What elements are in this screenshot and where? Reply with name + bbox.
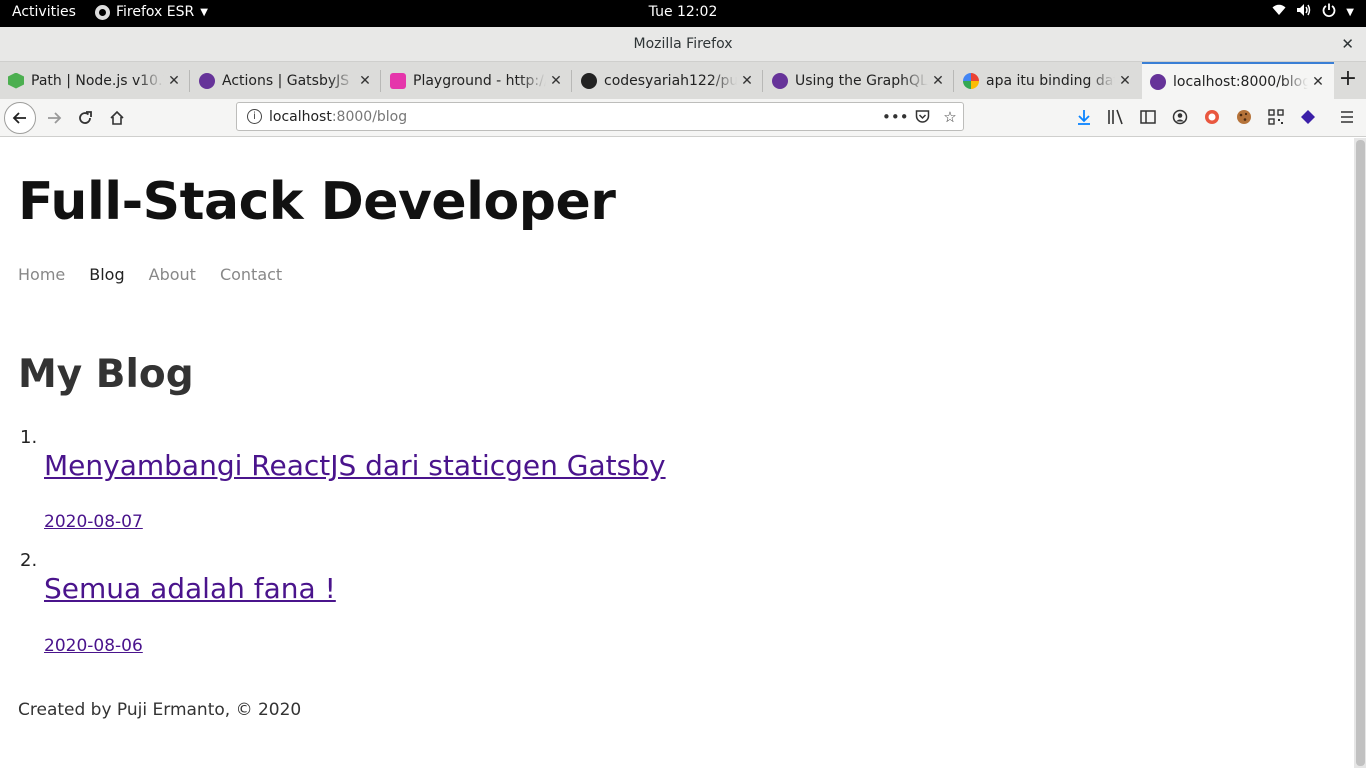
- tab-gatsby-actions[interactable]: Actions | GatsbyJS ✕: [191, 62, 381, 99]
- tab-strip: Path | Node.js v10.2 ✕ Actions | GatsbyJ…: [0, 62, 1366, 99]
- url-text[interactable]: localhost:8000/blog: [269, 109, 407, 125]
- navigation-toolbar: i localhost:8000/blog ••• ☆: [0, 99, 1366, 137]
- tab-label: localhost:8000/blog: [1173, 73, 1308, 90]
- post-title-link[interactable]: Semua adalah fana !: [44, 572, 336, 605]
- url-bar[interactable]: i localhost:8000/blog ••• ☆: [236, 102, 964, 131]
- list-item-number: 1.: [20, 427, 38, 448]
- close-window-button[interactable]: ✕: [1341, 35, 1354, 53]
- extension-ublock-icon[interactable]: [1200, 105, 1224, 129]
- home-icon: [110, 110, 124, 125]
- nodejs-icon: [8, 72, 24, 89]
- pocket-icon[interactable]: [911, 106, 933, 128]
- tab-label: Using the GraphQL F: [795, 72, 928, 89]
- tab-separator: [571, 70, 572, 92]
- back-button[interactable]: [4, 102, 36, 134]
- close-tab-icon[interactable]: ✕: [928, 73, 948, 89]
- forward-arrow-icon: [48, 112, 62, 124]
- reload-icon: [79, 111, 92, 124]
- tab-label: Path | Node.js v10.2: [31, 72, 164, 89]
- reload-button[interactable]: [71, 104, 99, 132]
- new-tab-button[interactable]: +: [1336, 68, 1360, 92]
- back-arrow-icon: [12, 112, 26, 124]
- chevron-down-icon: ▼: [200, 6, 208, 18]
- graphql-playground-icon: [390, 72, 406, 89]
- page-actions-icon[interactable]: •••: [882, 106, 909, 128]
- gatsby-icon: [199, 72, 215, 89]
- tab-label: Playground - http://l: [413, 72, 546, 89]
- volume-icon: [1296, 3, 1312, 21]
- close-tab-icon[interactable]: ✕: [1308, 74, 1328, 90]
- page-heading: My Blog: [18, 352, 194, 397]
- bookmark-star-icon[interactable]: ☆: [939, 106, 961, 128]
- page-content: Full-Stack Developer Home Blog About Con…: [0, 138, 1354, 768]
- list-item-number: 2.: [20, 550, 38, 571]
- gatsby-icon: [1150, 73, 1166, 90]
- tab-separator: [380, 70, 381, 92]
- site-nav: Home Blog About Contact: [18, 265, 282, 284]
- window-title: Mozilla Firefox: [633, 36, 733, 52]
- extension-cookie-icon[interactable]: [1232, 105, 1256, 129]
- app-menu[interactable]: Firefox ESR ▼: [95, 4, 208, 20]
- tab-github[interactable]: codesyariah122/puji ✕: [573, 62, 763, 99]
- window-title-bar: Mozilla Firefox ✕: [0, 27, 1366, 62]
- github-icon: [581, 72, 597, 89]
- post-date-link[interactable]: 2020-08-06: [44, 636, 143, 656]
- app-menu-label: Firefox ESR: [116, 4, 195, 20]
- sidebar-icon[interactable]: [1136, 105, 1160, 129]
- tab-localhost-blog[interactable]: localhost:8000/blog ✕: [1142, 62, 1334, 99]
- tab-nodejs-path[interactable]: Path | Node.js v10.2 ✕: [0, 62, 190, 99]
- nav-link-about[interactable]: About: [149, 265, 196, 284]
- post-title-link[interactable]: Menyambangi ReactJS dari staticgen Gatsb…: [44, 449, 666, 482]
- google-icon: [963, 72, 979, 89]
- site-title[interactable]: Full-Stack Developer: [18, 172, 616, 232]
- wifi-icon: [1272, 4, 1286, 20]
- extension-purple-diamond-icon[interactable]: [1296, 105, 1320, 129]
- url-host: localhost: [269, 109, 332, 125]
- gatsby-icon: [772, 72, 788, 89]
- close-tab-icon[interactable]: ✕: [164, 73, 184, 89]
- downloads-icon[interactable]: [1072, 105, 1096, 129]
- gnome-top-bar: Activities Firefox ESR ▼ Tue 12:02 ▼: [0, 0, 1366, 27]
- nav-link-contact[interactable]: Contact: [220, 265, 282, 284]
- firefox-icon: [95, 4, 110, 20]
- close-tab-icon[interactable]: ✕: [1115, 73, 1135, 89]
- system-menu[interactable]: ▼: [1272, 3, 1354, 21]
- power-icon: [1322, 3, 1336, 21]
- tab-google-search[interactable]: apa itu binding data ✕: [955, 62, 1141, 99]
- post-date-link[interactable]: 2020-08-07: [44, 512, 143, 532]
- home-button[interactable]: [103, 104, 131, 132]
- close-tab-icon[interactable]: ✕: [546, 73, 566, 89]
- chevron-down-icon: ▼: [1346, 6, 1354, 18]
- account-icon[interactable]: [1168, 105, 1192, 129]
- scrollbar-thumb[interactable]: [1356, 140, 1365, 766]
- extension-qr-icon[interactable]: [1264, 105, 1288, 129]
- close-tab-icon[interactable]: ✕: [737, 73, 757, 89]
- url-path: :8000/blog: [331, 109, 408, 125]
- tab-graphql[interactable]: Using the GraphQL F ✕: [764, 62, 954, 99]
- tab-label: codesyariah122/puji: [604, 72, 737, 89]
- forward-button[interactable]: [40, 104, 68, 132]
- library-icon[interactable]: [1104, 105, 1128, 129]
- page-footer: Created by Puji Ermanto, © 2020: [18, 700, 302, 720]
- tab-separator: [189, 70, 190, 92]
- tab-playground[interactable]: Playground - http://l ✕: [382, 62, 572, 99]
- tab-label: Actions | GatsbyJS: [222, 72, 350, 89]
- activities-button[interactable]: Activities: [12, 4, 76, 20]
- site-info-icon[interactable]: i: [247, 109, 262, 124]
- close-tab-icon[interactable]: ✕: [355, 73, 375, 89]
- tab-separator: [762, 70, 763, 92]
- nav-link-blog[interactable]: Blog: [89, 265, 124, 284]
- tab-separator: [953, 70, 954, 92]
- hamburger-menu-icon[interactable]: [1335, 105, 1359, 129]
- nav-link-home[interactable]: Home: [18, 265, 65, 284]
- tab-label: apa itu binding data: [986, 72, 1115, 89]
